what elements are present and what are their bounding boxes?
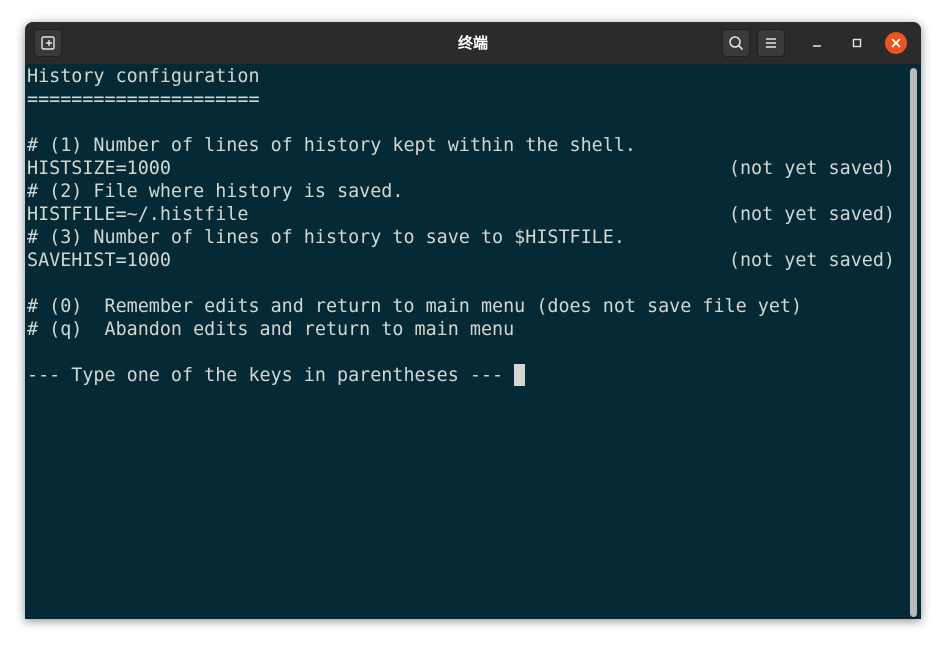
search-icon (729, 36, 743, 50)
terminal-line-comment-3: # (3) Number of lines of history to save… (27, 227, 625, 248)
menu-button[interactable] (757, 29, 785, 57)
minimize-button[interactable] (807, 33, 827, 53)
terminal-line-underline: ===================== (27, 89, 260, 110)
maximize-icon (852, 38, 862, 48)
terminal-line-heading: History configuration (27, 66, 260, 87)
search-button[interactable] (722, 29, 750, 57)
close-icon (891, 38, 901, 48)
hamburger-menu-icon (766, 38, 776, 48)
terminal-line-comment-2: # (2) File where history is saved. (27, 181, 404, 202)
terminal-line-prompt: --- Type one of the keys in parentheses … (27, 364, 526, 387)
terminal-window: 终端 History configuration ===============… (25, 22, 921, 619)
title-bar: 终端 (25, 22, 921, 64)
savehist-status: (not yet saved) (728, 250, 895, 271)
text-cursor (514, 364, 526, 386)
terminal-line-histsize: HISTSIZE=1000 (27, 158, 171, 179)
terminal-line-option-q: # (q) Abandon edits and return to main m… (27, 319, 515, 340)
terminal-line-histfile: HISTFILE=~/.histfile (27, 204, 249, 225)
terminal-line-savehist: SAVEHIST=1000 (27, 250, 171, 271)
terminal-scrollbar[interactable] (910, 68, 917, 617)
terminal-line-comment-1: # (1) Number of lines of history kept wi… (27, 135, 636, 156)
close-button[interactable] (885, 32, 907, 54)
prompt-text: --- Type one of the keys in parentheses … (27, 365, 515, 386)
histsize-status: (not yet saved) (728, 158, 895, 179)
maximize-button[interactable] (847, 33, 867, 53)
terminal-output[interactable]: History configuration ==================… (25, 64, 921, 619)
histfile-status: (not yet saved) (728, 204, 895, 225)
terminal-line-option-0: # (0) Remember edits and return to main … (27, 296, 803, 317)
minimize-icon (813, 45, 821, 47)
window-title: 终端 (457, 34, 488, 52)
